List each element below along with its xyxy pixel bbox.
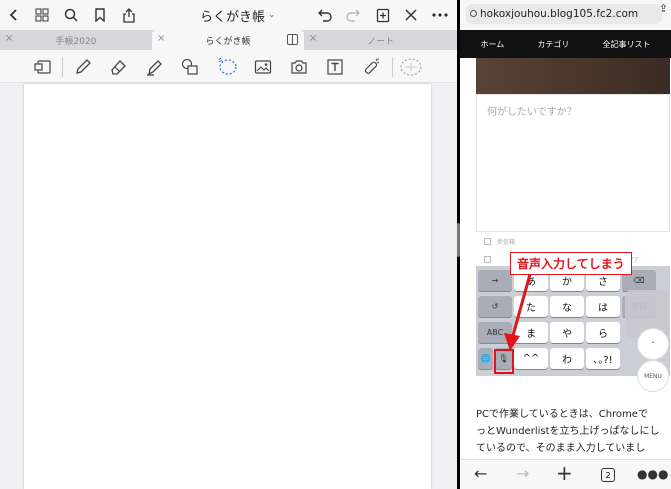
article-line: っとWunderlistを立ち上げっぱなしにし (476, 426, 660, 437)
toolbar-divider (62, 57, 63, 77)
toolbar-divider (392, 57, 393, 77)
article-image (476, 58, 670, 94)
tab-label: ノート (366, 36, 394, 47)
browser-toolbar: ← → + 2 ●●● (460, 459, 671, 489)
drawing-toolbar (0, 50, 457, 83)
tab-rakugakicho[interactable]: × らくがき帳 (152, 30, 304, 50)
more-icon[interactable]: ●●● (637, 467, 668, 481)
camera-icon[interactable] (287, 55, 311, 79)
scroll-up-icon[interactable]: ⌃ (637, 328, 669, 360)
key-ha[interactable]: は (586, 296, 620, 317)
forward-arrow-icon[interactable]: → (516, 464, 529, 483)
article-line: PCで作業しているときは、Chromeで (476, 409, 648, 420)
key-wa[interactable]: わ (550, 348, 584, 369)
document-tabs: × 手帳2020 × らくがき帳 × ノート (0, 30, 457, 50)
image-icon[interactable] (251, 55, 275, 79)
checkbox-icon (484, 256, 491, 263)
eraser-icon[interactable] (106, 55, 130, 79)
notes-topbar: らくがき帳 ⌄ (0, 0, 457, 30)
laser-pointer-icon[interactable] (359, 55, 383, 79)
site-info-icon (470, 10, 477, 17)
url-text: hokoxjouhou.blog105.fc2.com (480, 8, 639, 20)
article-text: PCで作業しているときは、Chromeで っとWunderlistを立ち上げっぱ… (476, 406, 666, 457)
key-punctuation[interactable]: ､｡?! (586, 348, 620, 369)
share-icon[interactable] (117, 3, 141, 27)
new-tab-icon[interactable]: + (556, 461, 573, 485)
key-ra[interactable]: ら (586, 322, 620, 343)
chevron-down-icon: ⌄ (268, 10, 276, 20)
zoom-window-icon[interactable] (31, 55, 55, 79)
color-swatch-icon[interactable] (398, 55, 424, 79)
key-na[interactable]: な (550, 296, 584, 317)
browser-app: hokoxjouhou.blog105.fc2.com ⇪ ホーム カテゴリ 全… (460, 0, 671, 489)
inbox-label: 受信箱 (497, 239, 516, 246)
close-icon[interactable] (399, 3, 423, 27)
more-icon[interactable] (428, 3, 452, 27)
highlighter-icon[interactable] (142, 55, 166, 79)
split-view-icon[interactable] (287, 34, 298, 45)
text-icon[interactable] (323, 55, 347, 79)
screen: らくがき帳 ⌄ × 手帳2020 × らくがき帳 × ノート hokoxjouh… (0, 0, 671, 489)
search-icon[interactable] (59, 3, 83, 27)
tab-notebook-2020[interactable]: × 手帳2020 (0, 30, 152, 50)
add-page-icon[interactable] (371, 3, 395, 27)
tab-note[interactable]: × ノート (304, 30, 457, 50)
document-title[interactable]: らくがき帳 ⌄ (200, 5, 276, 25)
menu-label: MENU (644, 372, 662, 380)
url-field[interactable]: hokoxjouhou.blog105.fc2.com (466, 4, 662, 24)
nav-home[interactable]: ホーム (481, 39, 505, 50)
task-input-box[interactable]: 何がしたいですか？ (476, 94, 670, 232)
notes-app: らくがき帳 ⌄ × 手帳2020 × らくがき帳 × ノート (0, 0, 457, 489)
inbox-option[interactable]: 受信箱 (484, 237, 515, 246)
tab-close-icon[interactable]: × (5, 33, 13, 44)
undo-icon[interactable] (313, 3, 337, 27)
task-input-placeholder: 何がしたいですか？ (487, 107, 577, 118)
nav-category[interactable]: カテゴリ (537, 39, 569, 50)
share-icon[interactable]: ⇪ (659, 2, 668, 15)
grid-icon[interactable] (30, 3, 54, 27)
page-canvas-area (0, 84, 457, 489)
menu-button[interactable]: MENU (637, 360, 669, 392)
key-ya[interactable]: や (550, 322, 584, 343)
tab-close-icon[interactable]: × (309, 33, 317, 44)
tab-label: らくがき帳 (205, 36, 251, 47)
bookmark-icon[interactable] (88, 3, 112, 27)
shapes-icon[interactable] (178, 55, 202, 79)
site-navigation: ホーム カテゴリ 全記事リスト (460, 30, 671, 58)
pen-icon[interactable] (71, 55, 95, 79)
globe-icon[interactable]: 🌐 (478, 348, 493, 369)
lasso-icon[interactable] (215, 55, 239, 79)
checkbox-icon (484, 238, 491, 245)
nav-all-articles[interactable]: 全記事リスト (602, 39, 650, 50)
article-line: ているので、そのまま入力していまし (476, 443, 646, 454)
document-title-text: らくがき帳 (200, 9, 266, 25)
back-icon[interactable] (2, 3, 26, 27)
annotation-arrow (504, 266, 534, 351)
tab-count-icon[interactable]: 2 (601, 468, 615, 482)
back-arrow-icon[interactable]: ← (474, 464, 487, 483)
blank-note-page[interactable] (24, 84, 431, 489)
address-bar: hokoxjouhou.blog105.fc2.com ⇪ (460, 0, 671, 30)
tab-close-icon[interactable]: × (157, 33, 165, 44)
annotation-label: 音声入力してしまう (510, 252, 632, 275)
redo-icon[interactable] (341, 3, 365, 27)
tab-label: 手帳2020 (55, 36, 97, 47)
